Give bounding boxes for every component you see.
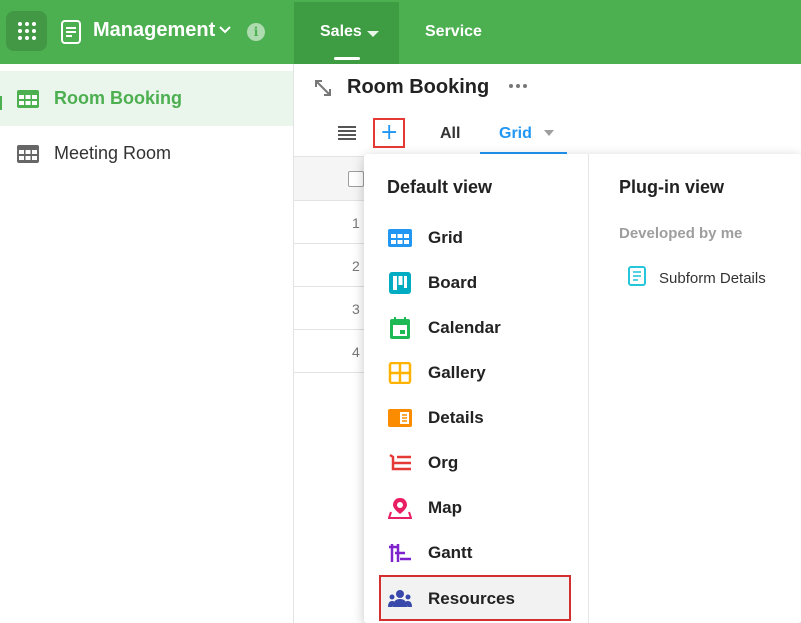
plugin-section-label: Developed by me bbox=[619, 225, 743, 242]
row-number: 4 bbox=[352, 344, 360, 360]
plus-icon: + bbox=[380, 120, 399, 145]
map-pin-icon bbox=[388, 498, 412, 519]
grid-view-icon bbox=[388, 229, 412, 247]
view-tab-all[interactable]: All bbox=[440, 125, 460, 143]
view-option-org[interactable]: Org bbox=[379, 443, 579, 483]
view-option-calendar[interactable]: Calendar bbox=[379, 308, 579, 348]
document-icon bbox=[628, 266, 646, 286]
active-tab-indicator bbox=[334, 57, 360, 60]
app-title[interactable]: Management bbox=[93, 19, 215, 42]
grid-table-icon bbox=[17, 89, 39, 108]
view-option-gantt[interactable]: Gantt bbox=[379, 533, 579, 573]
caret-down-icon bbox=[367, 31, 379, 37]
more-options-icon[interactable] bbox=[509, 84, 527, 88]
plugin-option-label: Subform Details bbox=[659, 270, 766, 287]
calendar-view-icon bbox=[390, 317, 410, 339]
app-switcher-button[interactable] bbox=[6, 11, 47, 51]
chevron-down-icon[interactable] bbox=[218, 25, 232, 35]
select-all-checkbox[interactable] bbox=[348, 171, 364, 187]
view-option-label: Gallery bbox=[428, 363, 486, 382]
page-title: Room Booking bbox=[347, 76, 490, 98]
view-option-label: Map bbox=[428, 498, 462, 517]
document-icon bbox=[61, 20, 81, 44]
view-option-label: Calendar bbox=[428, 318, 501, 337]
info-icon[interactable]: i bbox=[247, 23, 265, 41]
sidebar-item-label: Room Booking bbox=[54, 88, 182, 108]
resources-view-icon bbox=[388, 590, 412, 607]
view-option-resources[interactable]: Resources bbox=[379, 575, 571, 621]
row-number: 1 bbox=[352, 215, 360, 231]
tab-sales-label: Sales bbox=[320, 23, 362, 40]
details-view-icon bbox=[388, 409, 412, 427]
row-number: 2 bbox=[352, 258, 360, 274]
view-option-label: Org bbox=[428, 453, 459, 472]
sidebar-item-label: Meeting Room bbox=[54, 143, 172, 163]
view-option-label: Details bbox=[428, 408, 484, 427]
view-option-label: Resources bbox=[428, 589, 515, 608]
default-view-header: Default view bbox=[387, 177, 493, 197]
row-number: 3 bbox=[352, 301, 360, 317]
menu-list-icon[interactable] bbox=[338, 126, 356, 140]
add-view-button[interactable]: + bbox=[373, 118, 405, 148]
apps-grid-icon bbox=[17, 22, 36, 40]
view-option-gallery[interactable]: Gallery bbox=[379, 353, 579, 393]
view-tab-grid-label: Grid bbox=[499, 125, 532, 142]
top-bar: Management i Sales Service bbox=[0, 0, 801, 64]
view-option-label: Gantt bbox=[428, 543, 473, 562]
org-view-icon bbox=[389, 453, 411, 471]
default-view-panel: Default view Grid Board Calendar Gallery… bbox=[364, 154, 589, 623]
sidebar: Room Booking Meeting Room bbox=[0, 64, 294, 623]
plugin-option-subform-details[interactable]: Subform Details bbox=[628, 266, 766, 291]
tab-sales[interactable]: Sales bbox=[294, 2, 399, 64]
view-tab-grid[interactable]: Grid bbox=[480, 118, 567, 154]
sidebar-item-room-booking[interactable]: Room Booking bbox=[0, 71, 293, 126]
view-option-board[interactable]: Board bbox=[379, 263, 579, 303]
view-option-details[interactable]: Details bbox=[379, 398, 579, 438]
gallery-view-icon bbox=[388, 362, 412, 384]
expand-icon[interactable] bbox=[313, 78, 333, 98]
view-option-label: Grid bbox=[428, 228, 463, 247]
board-view-icon bbox=[389, 272, 411, 294]
grid-table-icon bbox=[17, 144, 39, 163]
view-option-map[interactable]: Map bbox=[379, 488, 579, 528]
view-option-grid[interactable]: Grid bbox=[379, 218, 579, 258]
add-view-dropdown: Default view Grid Board Calendar Gallery… bbox=[364, 154, 801, 623]
view-option-label: Board bbox=[428, 273, 478, 292]
gantt-view-icon bbox=[389, 544, 411, 562]
sidebar-item-meeting-room[interactable]: Meeting Room bbox=[0, 126, 293, 181]
caret-down-icon[interactable] bbox=[544, 130, 554, 136]
plugin-view-header: Plug-in view bbox=[619, 177, 725, 197]
tab-service[interactable]: Service bbox=[425, 23, 482, 41]
